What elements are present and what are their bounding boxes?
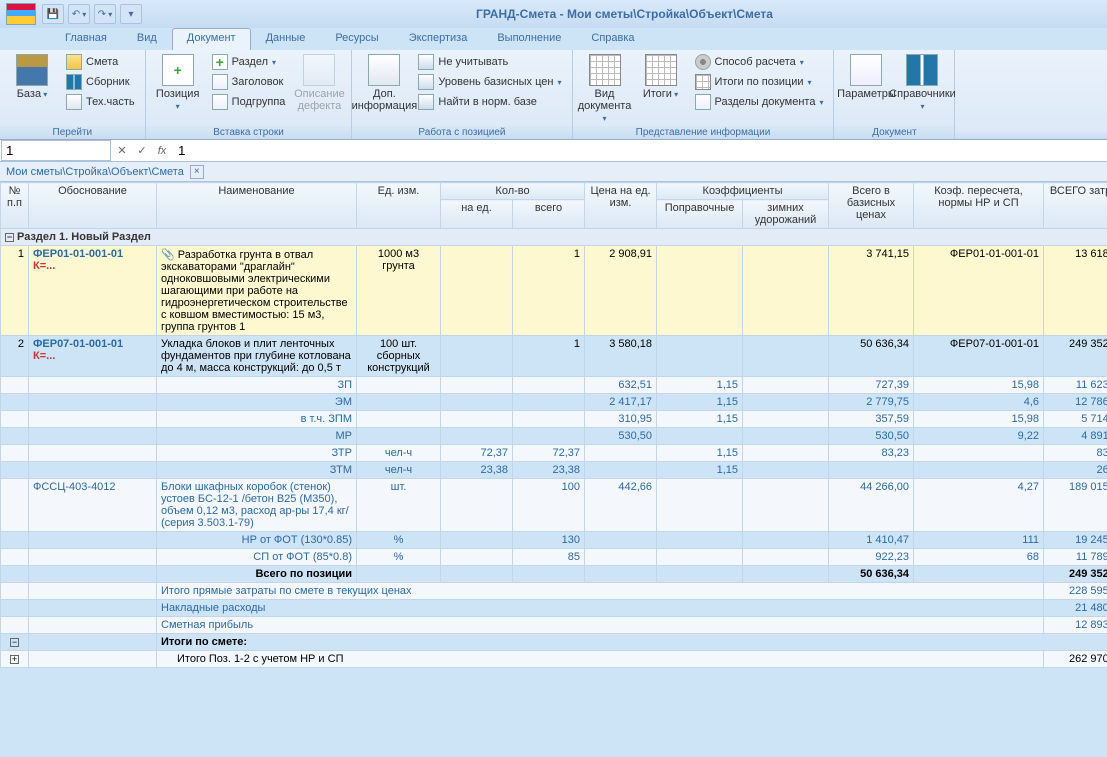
sub-row[interactable]: ЭМ2 417,171,152 779,754,612 786,83 (1, 394, 1107, 411)
data-grid: № п.п Обоснование Наименование Ед. изм. … (0, 182, 1107, 668)
tab-document[interactable]: Документ (172, 28, 251, 50)
formula-input[interactable] (172, 141, 1107, 160)
insert-header-button[interactable]: Заголовок (208, 72, 290, 92)
footer-row[interactable]: Итого прямые затраты по смете в текущих … (1, 583, 1107, 600)
hdr-total[interactable]: ВСЕГО затрат (1044, 183, 1107, 229)
save-button[interactable]: 💾 (42, 4, 64, 24)
insert-position-button[interactable]: Позиция (152, 52, 204, 114)
hdr-naim[interactable]: Наименование (157, 183, 357, 229)
tab-expertise[interactable]: Экспертиза (394, 28, 483, 50)
parameters-button[interactable]: Параметры (840, 52, 892, 102)
quick-access-toolbar: 💾 ↶ ↷ ▾ (42, 4, 142, 24)
total-position-row[interactable]: Всего по позиции50 636,34249 352,47 (1, 566, 1107, 583)
close-icon[interactable]: × (190, 165, 204, 179)
tab-help[interactable]: Справка (576, 28, 649, 50)
qat-customize-button[interactable]: ▾ (120, 4, 142, 24)
hdr-koef[interactable]: Коэффициенты (657, 183, 829, 200)
hdr-num[interactable]: № п.п (1, 183, 29, 229)
app-logo-icon (6, 3, 36, 25)
grid-header: № п.п Обоснование Наименование Ед. изм. … (1, 183, 1107, 229)
cancel-icon[interactable]: ✕ (112, 144, 132, 157)
ribbon-group-insert: Позиция Раздел Заголовок Подгруппа Описа… (146, 50, 353, 139)
insert-subgroup-button[interactable]: Подгруппа (208, 92, 290, 112)
calc-method-button[interactable]: Способ расчета (691, 52, 828, 72)
ribbon: База Смета Сборник Тех.часть Перейти Поз… (0, 50, 1107, 140)
ribbon-group-navigate: База Смета Сборник Тех.часть Перейти (0, 50, 146, 139)
titlebar: 💾 ↶ ↷ ▾ ГРАНД-Смета - Мои сметы\Стройка\… (0, 0, 1107, 28)
hdr-base[interactable]: Всего в базисных ценах (829, 183, 914, 229)
confirm-icon[interactable]: ✓ (132, 144, 152, 157)
cell-reference-input[interactable] (1, 140, 111, 161)
totals-button[interactable]: Итоги (635, 52, 687, 102)
sub-row[interactable]: МР530,50530,509,224 891,21 (1, 428, 1107, 445)
sub-row[interactable]: в т.ч. ЗПМ310,951,15357,5915,985 714,33 (1, 411, 1107, 428)
breadcrumb: Мои сметы\Стройка\Объект\Смета × (0, 162, 1107, 182)
hdr-koef-z[interactable]: зимних удорожаний (743, 200, 829, 229)
ignore-button[interactable]: Не учитывать (414, 52, 565, 72)
section-row[interactable]: −Раздел 1. Новый Раздел (1, 229, 1107, 246)
hdr-qty-all[interactable]: всего (513, 200, 585, 229)
group-label-position: Работа с позицией (352, 126, 571, 139)
extra-info-button[interactable]: Доп. информация (358, 52, 410, 114)
redo-button[interactable]: ↷ (94, 4, 116, 24)
tab-home[interactable]: Главная (50, 28, 122, 50)
footer-row[interactable]: Сметная прибыль12 893,90 (1, 617, 1107, 634)
footer-row[interactable]: −Итоги по смете: (1, 634, 1107, 651)
tab-view[interactable]: Вид (122, 28, 172, 50)
group-label-navigate: Перейти (0, 126, 145, 139)
tab-resources[interactable]: Ресурсы (320, 28, 393, 50)
group-label-insert: Вставка строки (146, 126, 352, 139)
footer-row[interactable]: +Итого Поз. 1-2 с учетом НР и СП262 970,… (1, 651, 1107, 668)
sub-row[interactable]: ЗП632,511,15727,3915,9811 623,64 (1, 377, 1107, 394)
insert-defect-button[interactable]: Описание дефекта (293, 52, 345, 114)
sub-row[interactable]: ЗТРчел-ч72,3772,371,1583,2383,23 (1, 445, 1107, 462)
window-title: ГРАНД-Смета - Мои сметы\Стройка\Объект\С… (142, 7, 1107, 21)
hdr-norm[interactable]: Коэф. пересчета, нормы НР и СП (914, 183, 1044, 229)
group-label-presentation: Представление информации (573, 126, 834, 139)
hdr-koef-p[interactable]: Поправочные (657, 200, 743, 229)
goto-base-button[interactable]: База (6, 52, 58, 102)
hdr-qty[interactable]: Кол-во (441, 183, 585, 200)
collapse-icon[interactable]: − (5, 233, 14, 242)
hdr-price[interactable]: Цена на ед. изм. (585, 183, 657, 229)
expand-icon[interactable]: + (10, 655, 19, 664)
formula-bar: ✕ ✓ fx (0, 140, 1107, 162)
tab-progress[interactable]: Выполнение (482, 28, 576, 50)
ribbon-group-position: Доп. информация Не учитывать Уровень баз… (352, 50, 572, 139)
insert-section-button[interactable]: Раздел (208, 52, 290, 72)
hdr-obosn[interactable]: Обоснование (29, 183, 157, 229)
goto-techpart-button[interactable]: Тех.часть (62, 92, 139, 112)
undo-button[interactable]: ↶ (68, 4, 90, 24)
group-label-document: Документ (834, 126, 954, 139)
table-row[interactable]: 1 ФЕР01-01-001-01К=... 📎 Разработка грун… (1, 246, 1107, 336)
collapse-icon[interactable]: − (10, 638, 19, 647)
base-prices-button[interactable]: Уровень базисных цен (414, 72, 565, 92)
tab-data[interactable]: Данные (251, 28, 321, 50)
references-button[interactable]: Справочники (896, 52, 948, 114)
ribbon-group-presentation: Вид документа Итоги Способ расчета Итоги… (573, 50, 835, 139)
nr-row[interactable]: НР от ФОТ (130*0.85)%1301 410,4711119 24… (1, 532, 1107, 549)
ribbon-group-document: Параметры Справочники Документ (834, 50, 955, 139)
resource-row[interactable]: ФССЦ-403-4012Блоки шкафных коробок (стен… (1, 479, 1107, 532)
goto-sbornik-button[interactable]: Сборник (62, 72, 139, 92)
find-normbase-button[interactable]: Найти в норм. базе (414, 92, 565, 112)
fx-icon[interactable]: fx (152, 145, 172, 157)
doc-view-button[interactable]: Вид документа (579, 52, 631, 126)
hdr-ed[interactable]: Ед. изм. (357, 183, 441, 229)
sp-row[interactable]: СП от ФОТ (85*0.8)%85922,236811 789,82 (1, 549, 1107, 566)
doc-sections-button[interactable]: Разделы документа (691, 92, 828, 112)
ribbon-tabs: Главная Вид Документ Данные Ресурсы Эксп… (0, 28, 1107, 50)
hdr-qty-ed[interactable]: на ед. (441, 200, 513, 229)
breadcrumb-path[interactable]: Мои сметы\Стройка\Объект\Смета (6, 166, 184, 178)
footer-row[interactable]: Накладные расходы21 480,90 (1, 600, 1107, 617)
position-totals-button[interactable]: Итоги по позиции (691, 72, 828, 92)
table-row[interactable]: 2 ФЕР07-01-001-01К=... Укладка блоков и … (1, 336, 1107, 377)
sub-row[interactable]: ЗТМчел-ч23,3823,381,1526,89 (1, 462, 1107, 479)
goto-smeta-button[interactable]: Смета (62, 52, 139, 72)
